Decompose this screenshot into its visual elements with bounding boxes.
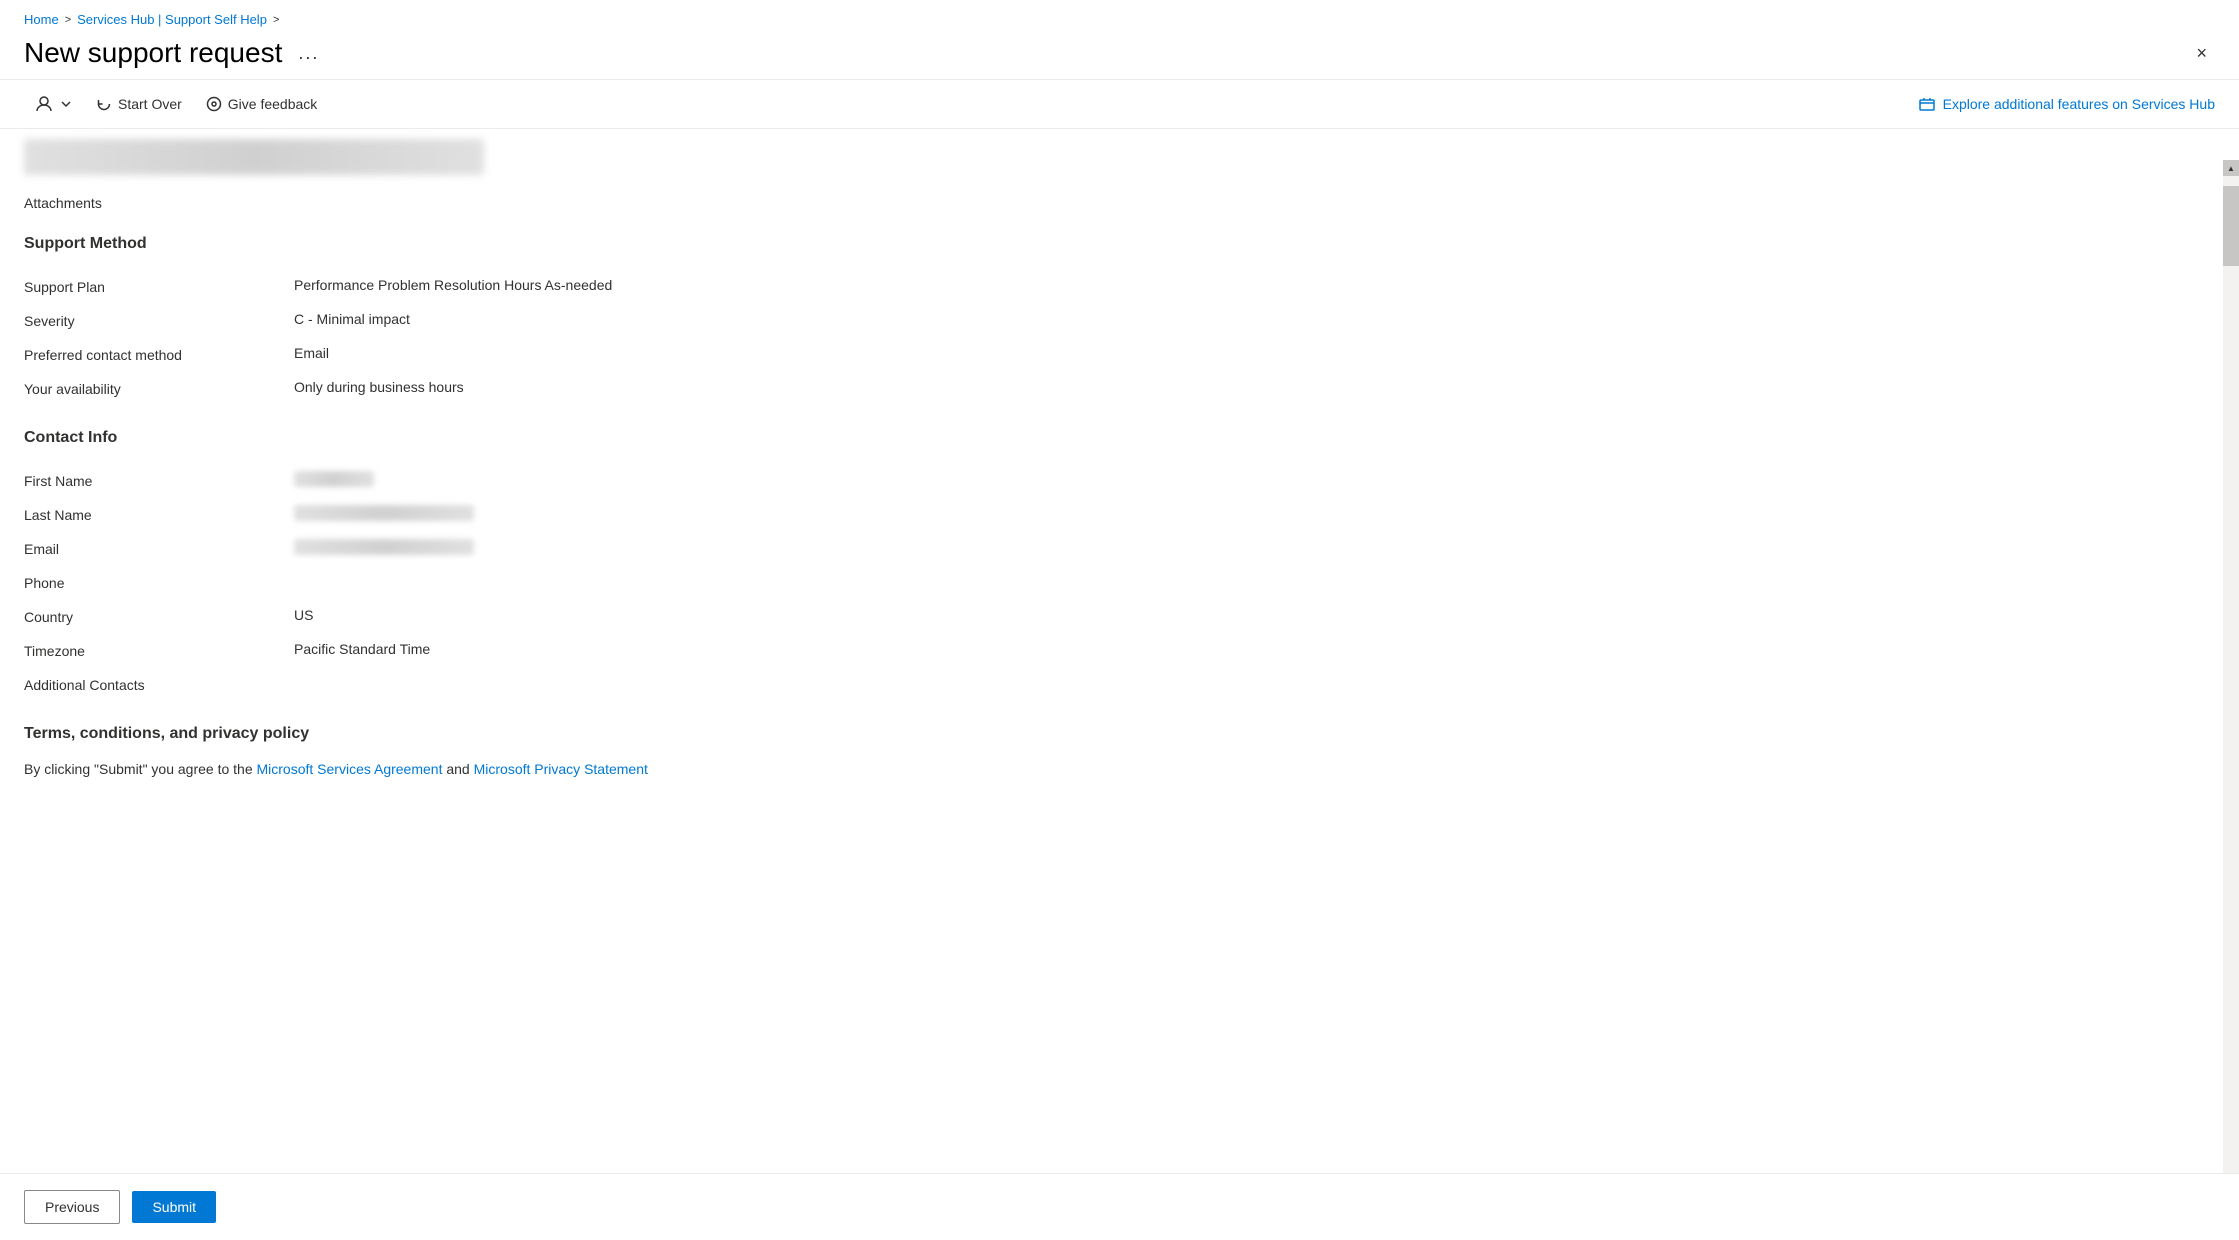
blurred-top-content xyxy=(24,139,484,175)
contact-method-label: Preferred contact method xyxy=(24,345,294,363)
breadcrumb-sep2: > xyxy=(273,14,279,26)
main-content: Attachments Support Method Support Plan … xyxy=(0,129,2239,900)
contact-info-fields: First Name Last Name Email Phone Country… xyxy=(24,463,876,701)
field-row-severity: Severity C - Minimal impact xyxy=(24,303,876,337)
email-label: Email xyxy=(24,539,294,557)
ellipsis-button[interactable]: ... xyxy=(292,41,325,66)
give-feedback-label: Give feedback xyxy=(228,96,318,112)
page-title: New support request ... xyxy=(24,37,325,69)
terms-header: Terms, conditions, and privacy policy xyxy=(24,725,876,743)
breadcrumb: Home > Services Hub | Support Self Help … xyxy=(24,12,2215,27)
field-row-first-name: First Name xyxy=(24,463,876,497)
scrollbar-space xyxy=(2223,266,2239,1224)
field-row-availability: Your availability Only during business h… xyxy=(24,371,876,405)
last-name-label: Last Name xyxy=(24,505,294,523)
scrollbar-up-arrow[interactable]: ▲ xyxy=(2223,160,2239,176)
previous-button[interactable]: Previous xyxy=(24,1190,120,1224)
microsoft-services-agreement-link[interactable]: Microsoft Services Agreement xyxy=(257,761,443,777)
footer: Previous Submit xyxy=(0,1173,2239,1240)
support-method-header: Support Method xyxy=(24,235,876,253)
field-row-contact-method: Preferred contact method Email xyxy=(24,337,876,371)
start-over-button[interactable]: Start Over xyxy=(86,90,192,118)
support-method-fields: Support Plan Performance Problem Resolut… xyxy=(24,269,876,405)
first-name-label: First Name xyxy=(24,471,294,489)
person-icon xyxy=(34,94,54,114)
close-button[interactable]: × xyxy=(2188,39,2215,68)
terms-text: By clicking "Submit" you agree to the Mi… xyxy=(24,759,876,780)
country-value: US xyxy=(294,607,313,623)
breadcrumb-home[interactable]: Home xyxy=(24,12,59,27)
page-title-text: New support request xyxy=(24,37,282,69)
contact-info-header: Contact Info xyxy=(24,429,876,447)
start-over-label: Start Over xyxy=(118,96,182,112)
page-title-row: New support request ... × xyxy=(24,37,2215,79)
timezone-label: Timezone xyxy=(24,641,294,659)
explore-icon xyxy=(1919,96,1935,112)
field-row-support-plan: Support Plan Performance Problem Resolut… xyxy=(24,269,876,303)
phone-label: Phone xyxy=(24,573,294,591)
explore-features-button[interactable]: Explore additional features on Services … xyxy=(1919,96,2215,112)
feedback-icon xyxy=(206,96,222,112)
breadcrumb-services-hub[interactable]: Services Hub | Support Self Help xyxy=(77,12,267,27)
footer-spacer xyxy=(24,780,876,860)
email-value xyxy=(294,539,474,555)
breadcrumb-sep1: > xyxy=(65,14,71,26)
last-name-value xyxy=(294,505,474,521)
person-dropdown-button[interactable] xyxy=(24,88,82,120)
field-row-additional-contacts: Additional Contacts xyxy=(24,667,876,701)
support-plan-label: Support Plan xyxy=(24,277,294,295)
contact-method-value: Email xyxy=(294,345,329,361)
top-bar: Home > Services Hub | Support Self Help … xyxy=(0,0,2239,80)
microsoft-privacy-statement-link[interactable]: Microsoft Privacy Statement xyxy=(474,761,648,777)
scrollbar-thumb[interactable] xyxy=(2223,186,2239,266)
field-row-timezone: Timezone Pacific Standard Time xyxy=(24,633,876,667)
severity-label: Severity xyxy=(24,311,294,329)
field-row-country: Country US xyxy=(24,599,876,633)
give-feedback-button[interactable]: Give feedback xyxy=(196,90,328,118)
toolbar: Start Over Give feedback Explore additio… xyxy=(0,80,2239,129)
timezone-value: Pacific Standard Time xyxy=(294,641,430,657)
field-row-last-name: Last Name xyxy=(24,497,876,531)
support-plan-value: Performance Problem Resolution Hours As-… xyxy=(294,277,612,293)
submit-button[interactable]: Submit xyxy=(132,1191,216,1223)
toolbar-left: Start Over Give feedback xyxy=(24,88,327,120)
refresh-icon xyxy=(96,96,112,112)
scrollbar-track: ▲ ▼ xyxy=(2223,160,2239,1240)
first-name-value xyxy=(294,471,374,487)
explore-features-label: Explore additional features on Services … xyxy=(1943,96,2215,112)
field-row-email: Email xyxy=(24,531,876,565)
additional-contacts-label: Additional Contacts xyxy=(24,675,294,693)
attachments-label: Attachments xyxy=(24,195,876,211)
availability-label: Your availability xyxy=(24,379,294,397)
chevron-down-icon xyxy=(60,98,72,110)
content-scroll: Attachments Support Method Support Plan … xyxy=(0,129,900,900)
terms-text-between: and xyxy=(442,761,473,777)
severity-value: C - Minimal impact xyxy=(294,311,410,327)
country-label: Country xyxy=(24,607,294,625)
field-row-phone: Phone xyxy=(24,565,876,599)
availability-value: Only during business hours xyxy=(294,379,464,395)
terms-text-before: By clicking "Submit" you agree to the xyxy=(24,761,257,777)
